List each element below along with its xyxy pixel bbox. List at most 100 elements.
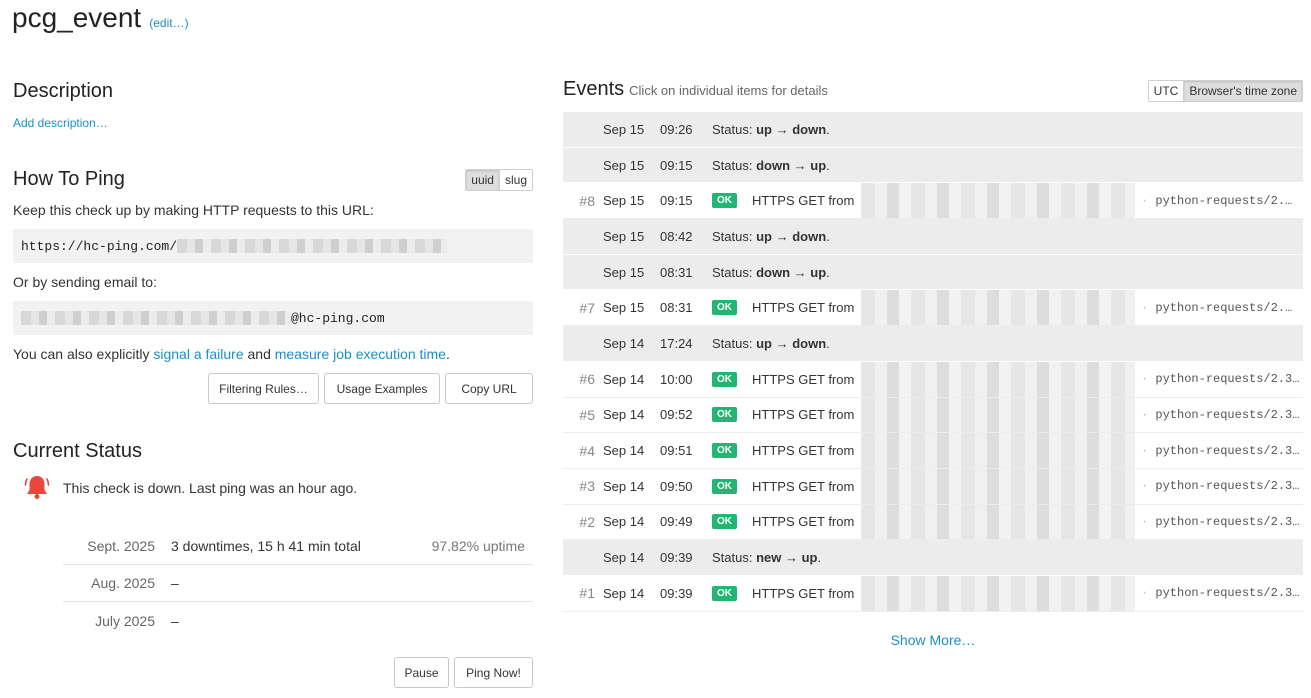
arrow-right-icon: →	[771, 121, 793, 137]
event-time: 09:52	[660, 407, 693, 423]
event-number: #8	[579, 192, 595, 209]
timezone-toggle: UTC Browser's time zone	[1147, 80, 1303, 102]
redacted-ip-address	[861, 397, 1135, 433]
status-change-text: Status: down → up.	[712, 265, 830, 280]
ping-email-suffix: @hc-ping.com	[291, 310, 385, 326]
redacted-uuid	[177, 239, 448, 253]
event-date: Sep 14	[603, 478, 645, 494]
downtime-table: Sept. 2025 3 downtimes, 15 h 41 min tota…	[63, 528, 533, 639]
show-more-link[interactable]: Show More…	[563, 632, 1303, 648]
user-agent: python-requests/2.3…	[1141, 408, 1299, 422]
redacted-ip-address	[861, 575, 1135, 611]
arrow-right-icon: →	[790, 157, 811, 173]
downtime-month: Sept. 2025	[87, 538, 155, 554]
tz-utc-button[interactable]: UTC	[1148, 81, 1184, 101]
downtime-uptime: 97.82% uptime	[431, 538, 525, 554]
user-agent: python-requests/2.…	[1141, 301, 1292, 315]
user-agent: python-requests/2.3…	[1141, 444, 1299, 458]
redacted-ip-address	[861, 290, 1135, 326]
pause-button[interactable]: Pause	[394, 657, 449, 688]
redacted-ip-address	[861, 468, 1135, 504]
user-agent: python-requests/2.3…	[1141, 372, 1299, 386]
event-time: 09:39	[660, 585, 693, 601]
page-title: pcg_event	[12, 2, 142, 33]
status-change-text: Status: up → down.	[712, 336, 830, 351]
edit-link[interactable]: (edit…)	[149, 16, 188, 30]
event-time: 09:26	[660, 121, 693, 137]
email-intro-text: Or by sending email to:	[13, 274, 157, 290]
status-prefix: Status:	[712, 550, 757, 566]
event-description: HTTPS GET from	[752, 585, 855, 601]
status-change-text: Status: new → up.	[712, 550, 821, 565]
downtime-info: –	[171, 575, 179, 591]
signal-failure-link[interactable]: signal a failure	[153, 346, 243, 362]
ping-event-row[interactable]: #3 Sep 14 09:50 OK HTTPS GET from python-requ…	[563, 468, 1303, 505]
arrow-right-icon: →	[771, 335, 793, 351]
event-time: 09:49	[660, 514, 693, 530]
ping-event-row[interactable]: #8 Sep 15 09:15 OK HTTPS GET from python-requ…	[563, 183, 1303, 220]
downtime-info: –	[171, 612, 179, 629]
ping-event-row[interactable]: #4 Sep 14 09:51 OK HTTPS GET from python-requ…	[563, 433, 1303, 469]
event-time: 09:50	[660, 478, 693, 494]
ok-badge: OK	[712, 585, 737, 601]
event-time: 09:51	[660, 443, 693, 459]
event-number: #2	[579, 513, 595, 530]
event-date: Sep 15	[603, 300, 645, 316]
uuid-toggle-button[interactable]: uuid	[466, 170, 499, 190]
status-change-row[interactable]: Sep 15 08:31 Status: down → up.	[563, 254, 1303, 291]
usage-examples-button[interactable]: Usage Examples	[324, 373, 440, 404]
event-time: 09:39	[660, 550, 693, 566]
status-change-row[interactable]: Sep 14 09:39 Status: new → up.	[563, 540, 1303, 576]
status-change-row[interactable]: Sep 14 17:24 Status: up → down.	[563, 326, 1303, 362]
ping-event-row[interactable]: #1 Sep 14 09:39 OK HTTPS GET from python-requ…	[563, 575, 1303, 612]
events-heading: Events	[563, 78, 625, 100]
status-from: new	[756, 550, 782, 566]
redacted-ip-address	[861, 183, 1135, 219]
copy-url-button[interactable]: Copy URL	[445, 373, 533, 404]
status-period: .	[826, 121, 830, 137]
event-number: #4	[579, 442, 595, 459]
status-change-row[interactable]: Sep 15 09:15 Status: down → up.	[563, 147, 1303, 184]
status-change-row[interactable]: Sep 15 09:26 Status: up → down.	[563, 112, 1303, 148]
ping-event-row[interactable]: #7 Sep 15 08:31 OK HTTPS GET from python-requ…	[563, 290, 1303, 327]
explicit-signal-text: You can also explicitly signal a failure…	[13, 346, 450, 362]
ping-event-row[interactable]: #2 Sep 14 09:49 OK HTTPS GET from python-requ…	[563, 504, 1303, 541]
ok-badge: OK	[712, 514, 737, 530]
filtering-rules-button[interactable]: Filtering Rules…	[208, 373, 319, 404]
ping-url-box[interactable]: https://hc-ping.com/	[13, 229, 533, 263]
user-agent: python-requests/2.3…	[1141, 586, 1299, 600]
event-number: #3	[579, 478, 595, 495]
status-to: down	[792, 121, 827, 137]
event-time: 08:42	[660, 228, 693, 244]
status-change-text: Status: up → down.	[712, 229, 830, 244]
status-prefix: Status:	[712, 228, 757, 244]
event-number: #7	[579, 299, 595, 316]
page-header: pcg_event (edit…)	[12, 0, 189, 40]
status-to: up	[801, 550, 818, 566]
status-period: .	[817, 550, 822, 566]
status-period: .	[826, 264, 830, 280]
ok-badge: OK	[712, 371, 737, 387]
slug-toggle-button[interactable]: slug	[498, 170, 532, 190]
event-time: 08:31	[660, 264, 693, 280]
ping-email-box[interactable]: @hc-ping.com	[13, 301, 533, 335]
ok-badge: OK	[712, 193, 737, 209]
status-prefix: Status:	[712, 121, 757, 137]
downtime-row: Aug. 2025 –	[63, 565, 533, 602]
event-number: #1	[579, 585, 595, 602]
tz-browser-button[interactable]: Browser's time zone	[1183, 81, 1302, 101]
ping-event-row[interactable]: #6 Sep 14 10:00 OK HTTPS GET from python-requ…	[563, 361, 1303, 398]
event-date: Sep 14	[603, 407, 645, 423]
event-date: Sep 14	[603, 585, 645, 601]
ok-badge: OK	[712, 478, 737, 494]
event-time: 09:15	[660, 157, 693, 173]
ping-event-row[interactable]: #5 Sep 14 09:52 OK HTTPS GET from python-requ…	[563, 397, 1303, 434]
measure-execution-time-link[interactable]: measure job execution time	[275, 346, 446, 362]
event-description: HTTPS GET from	[752, 514, 855, 530]
event-description: HTTPS GET from	[752, 443, 855, 459]
status-change-row[interactable]: Sep 15 08:42 Status: up → down.	[563, 219, 1303, 255]
ping-now-button[interactable]: Ping Now!	[454, 657, 533, 688]
add-description-link[interactable]: Add description…	[13, 116, 108, 130]
status-change-text: Status: up → down.	[712, 122, 830, 137]
status-prefix: Status:	[712, 157, 757, 173]
